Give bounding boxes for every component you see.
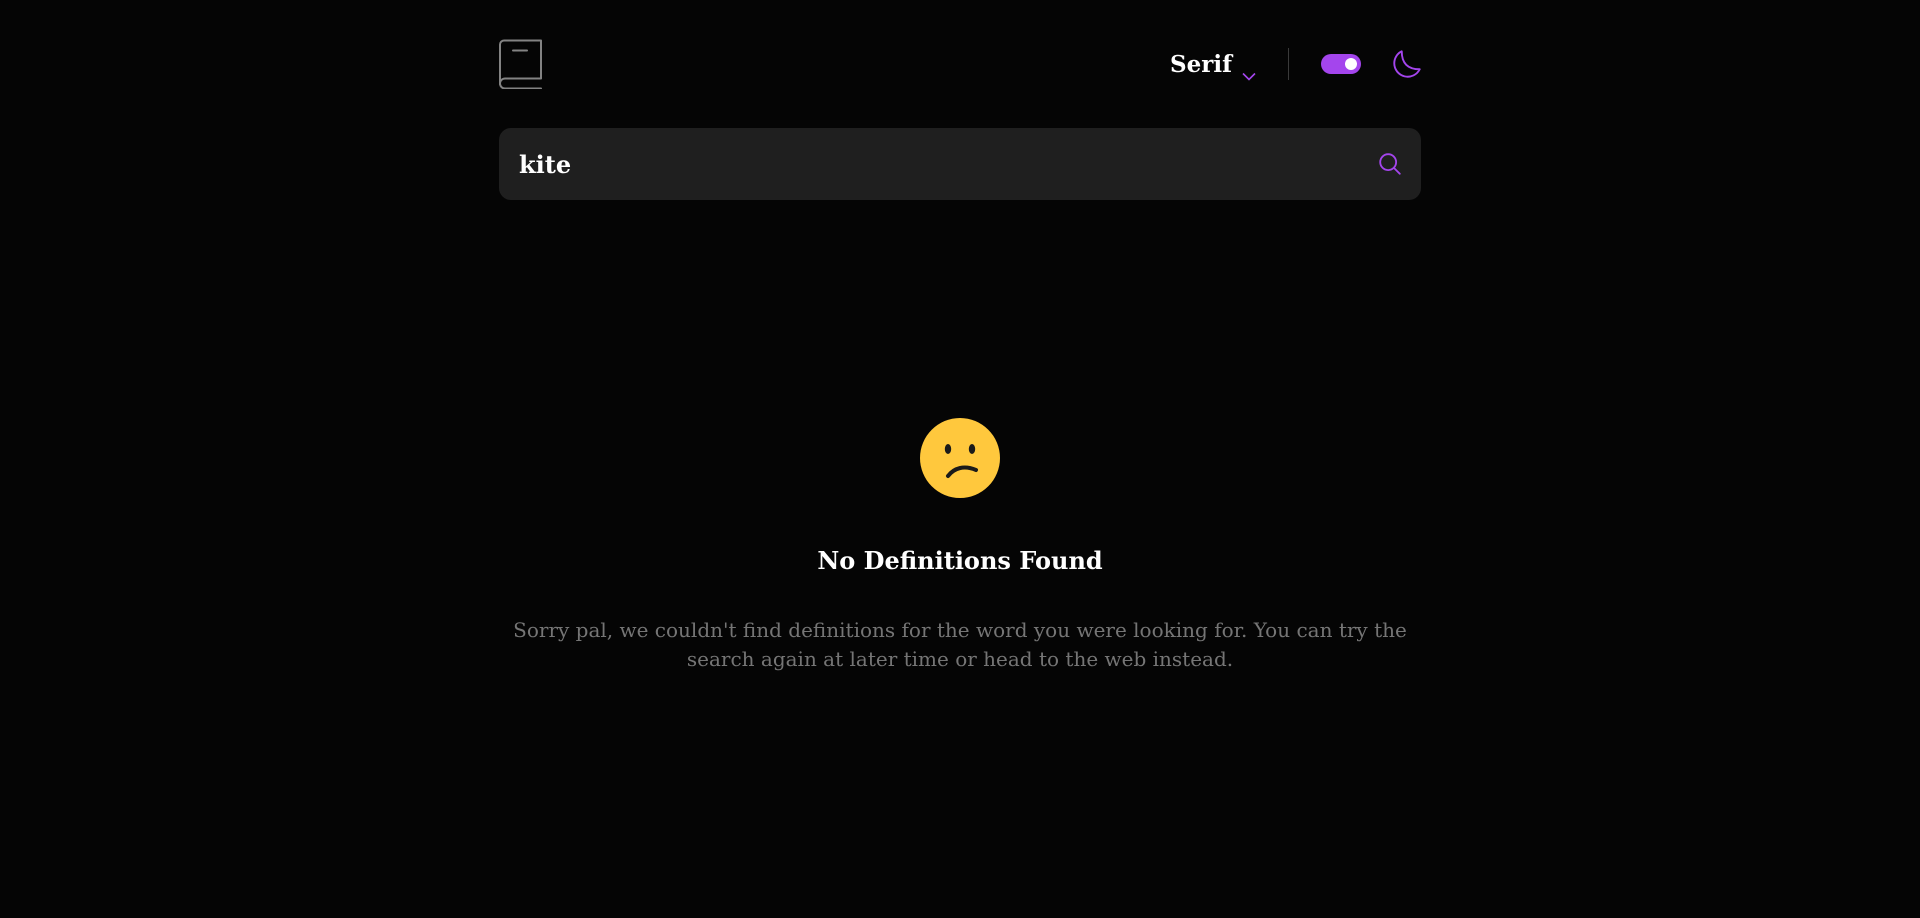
- empty-state-message: Sorry pal, we couldn't find definitions …: [513, 618, 1407, 671]
- font-selector[interactable]: Serif: [1170, 50, 1256, 81]
- search-bar: [499, 128, 1421, 200]
- toggle-knob: [1345, 58, 1357, 70]
- moon-icon[interactable]: [1393, 50, 1421, 78]
- app-container: Serif kite No Definitions Found Sorry pa…: [499, 0, 1421, 918]
- book-icon[interactable]: [499, 39, 543, 90]
- empty-state: No Definitions Found Sorry pal, we could…: [499, 418, 1421, 674]
- search-icon[interactable]: [1379, 153, 1401, 175]
- header: Serif: [499, 39, 1421, 90]
- search-input[interactable]: [519, 128, 1359, 200]
- confused-face-icon: [920, 418, 1000, 498]
- font-selector-label: Serif: [1170, 50, 1232, 78]
- theme-toggle[interactable]: [1321, 54, 1361, 74]
- chevron-down-icon: [1242, 60, 1256, 81]
- header-divider: [1288, 48, 1289, 80]
- header-controls: Serif: [1170, 46, 1421, 82]
- empty-state-title: No Definitions Found: [817, 546, 1103, 575]
